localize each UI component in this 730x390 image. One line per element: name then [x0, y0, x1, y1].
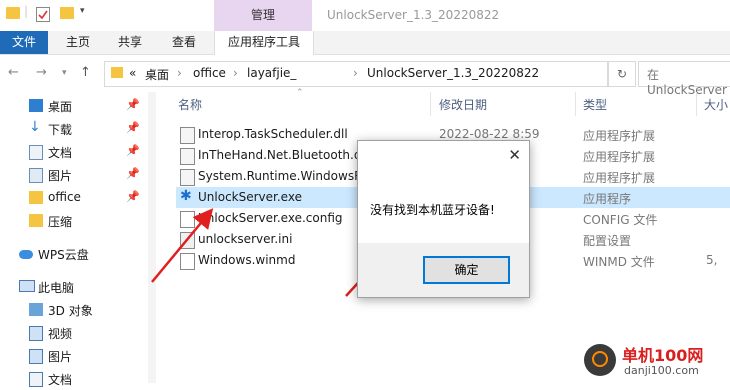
watermark-icon [584, 344, 616, 376]
dialog-message: 没有找到本机蓝牙设备! [370, 203, 495, 217]
error-dialog: ✕ 没有找到本机蓝牙设备! 确定 [357, 140, 530, 298]
dialog-footer: 确定 [358, 243, 529, 297]
arrow-to-exe [151, 208, 214, 283]
watermark-logo: 单机100网 danji100.com [578, 340, 730, 383]
watermark-brand: 单机100网 [622, 346, 704, 365]
watermark-site: danji100.com [624, 364, 699, 377]
ok-button[interactable]: 确定 [423, 256, 510, 284]
close-icon[interactable]: ✕ [508, 146, 521, 164]
